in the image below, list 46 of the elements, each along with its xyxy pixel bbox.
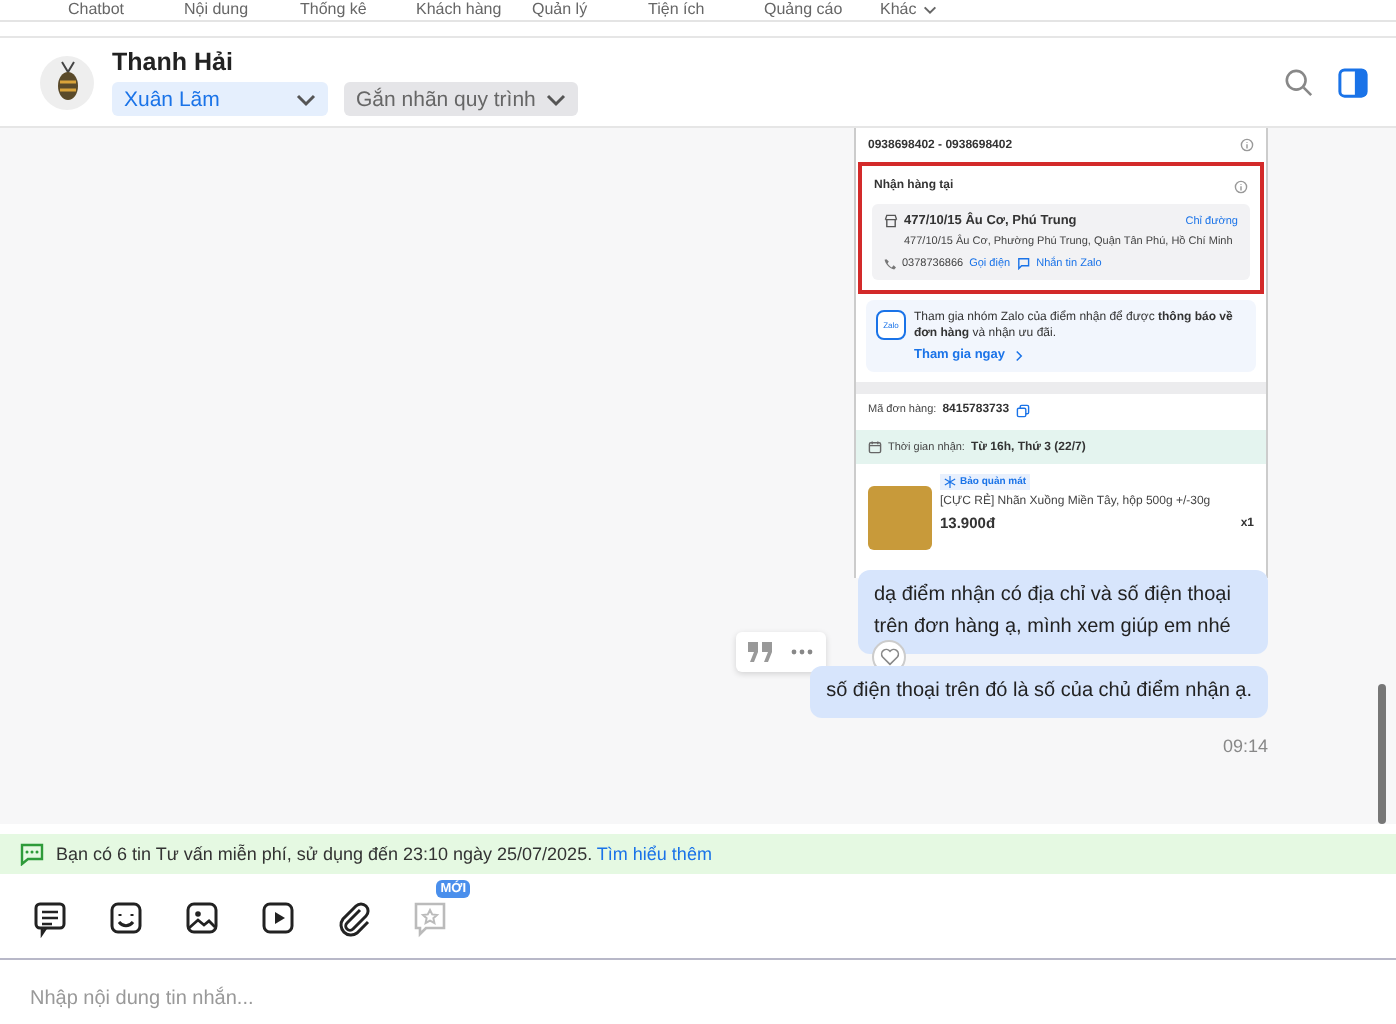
message-time: 09:14: [1222, 736, 1268, 756]
nav-item[interactable]: Khách hàng: [416, 0, 532, 20]
copy-icon: [1015, 403, 1030, 417]
notice-text: Bạn có 6 tin Tư vấn miễn phí, sử dụng đến 23:10 ngày 25/07/2025. Tìm hiểu thêm: [56, 844, 712, 864]
message-bubble: số điện thoại trên đó là số của chủ điểm nhận ạ.: [810, 666, 1268, 718]
store-icon: [884, 214, 898, 228]
star-card-icon: [411, 899, 447, 937]
side-panel-icon[interactable]: [1338, 67, 1368, 97]
paperclip-icon: [335, 899, 371, 937]
toolbar-button[interactable]: [258, 898, 296, 938]
nav-item[interactable]: Thống kê: [300, 0, 416, 20]
toolbar-button[interactable]: [182, 898, 220, 938]
calendar-icon: [868, 440, 882, 454]
play-icon: [259, 899, 295, 937]
toolbar-button[interactable]: [106, 898, 144, 938]
phone-icon: [884, 257, 896, 269]
snowflake-icon: [944, 476, 956, 488]
caret-icon: [922, 2, 939, 18]
search-icon[interactable]: [1284, 67, 1314, 97]
message-icon: [20, 842, 44, 866]
chevron-right-icon: [1013, 349, 1024, 361]
nav-item[interactable]: Nội dung: [184, 0, 300, 20]
nav-item[interactable]: Tiện ích: [648, 0, 764, 20]
info-icon: [1240, 138, 1254, 152]
nav-item[interactable]: Chatbot: [68, 0, 184, 20]
heart-icon: [879, 648, 899, 666]
nav-item[interactable]: Quản lý: [532, 0, 648, 20]
assignee-dropdown[interactable]: Xuân Lãm: [112, 82, 328, 116]
chat-bubble-icon: [1016, 256, 1031, 270]
quote-icon[interactable]: [748, 642, 772, 662]
image-icon: [183, 899, 219, 937]
info-icon: [1234, 179, 1248, 193]
scrollbar-thumb[interactable]: [1378, 684, 1386, 824]
note-icon: [31, 899, 67, 937]
contact-name: Thanh Hải: [112, 48, 235, 76]
nav-item[interactable]: Khác: [880, 0, 996, 20]
sticker-icon: [107, 899, 143, 937]
product-photo-placeholder: [868, 486, 932, 550]
nav-item[interactable]: Quảng cáo: [764, 0, 880, 20]
label-dropdown[interactable]: Gắn nhãn quy trình: [344, 82, 578, 116]
message-bubble: dạ điểm nhận có địa chỉ và số điện thoại trên đơn hàng ạ, mình xem giúp em nhé: [858, 570, 1268, 654]
bug-icon: [53, 60, 81, 104]
learn-more-link[interactable]: Tìm hiểu thêm: [596, 844, 712, 864]
more-icon[interactable]: [790, 648, 814, 656]
toolbar-button[interactable]: [334, 898, 372, 938]
toolbar-button[interactable]: [30, 898, 68, 938]
